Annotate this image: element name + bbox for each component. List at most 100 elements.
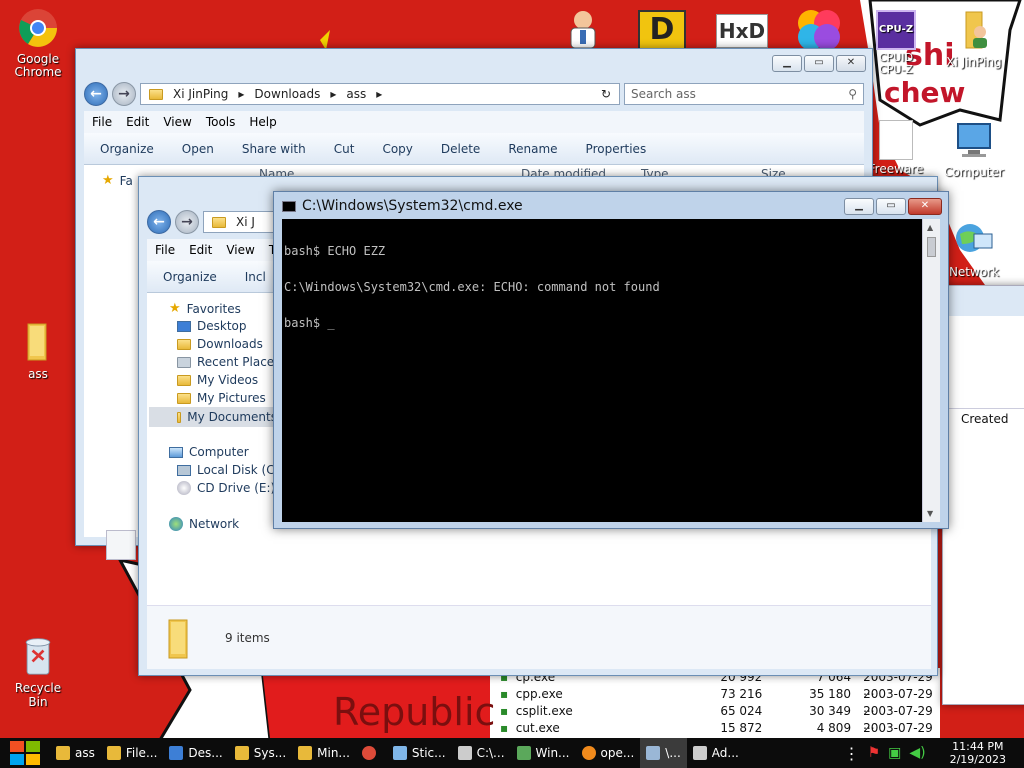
desktop-icon-freeware[interactable]: Freeware: [864, 120, 928, 176]
menu-edit[interactable]: Edit: [126, 115, 149, 129]
taskbar: ass File... Des... Sys... Min... Stic...…: [0, 738, 1024, 768]
desktop-icon-ass-folder[interactable]: ass: [6, 322, 70, 381]
maximize-button[interactable]: ▭: [804, 55, 834, 72]
taskbar-item-ass[interactable]: ass: [50, 738, 101, 768]
chevron-right-icon[interactable]: ▸: [238, 87, 244, 101]
desktop-icon-recycle-bin[interactable]: Recycle Bin: [6, 636, 70, 709]
sticky-notes-icon: [392, 746, 407, 760]
desktop-icon-network[interactable]: Network: [942, 220, 1006, 279]
nav-item[interactable]: ★ Fa: [102, 173, 133, 188]
menu-view[interactable]: View: [226, 243, 254, 257]
column-header-created[interactable]: Created: [961, 412, 1009, 426]
forward-button[interactable]: →: [175, 210, 199, 234]
network-status-icon[interactable]: ▣: [888, 745, 901, 761]
overflow-icon[interactable]: ⋮: [844, 744, 860, 763]
cd-drive-icon: [177, 481, 191, 495]
breadcrumb-item[interactable]: Xi JinPing: [173, 87, 228, 101]
scroll-thumb[interactable]: [927, 237, 936, 257]
scrollbar[interactable]: ▲ ▼: [922, 219, 940, 522]
breadcrumb-item[interactable]: Xi J: [236, 215, 255, 229]
address-bar[interactable]: Xi JinPing ▸ Downloads ▸ ass ▸ ↻: [140, 83, 620, 105]
chevron-right-icon[interactable]: ▸: [330, 87, 336, 101]
nav-item-label: Fa: [119, 173, 133, 188]
hxd-icon[interactable]: HxD: [716, 14, 768, 48]
cmd-window[interactable]: C:\Windows\System32\cmd.exe ▁ ▭ ✕ bash$ …: [273, 191, 949, 529]
desktop-icon-cpu-z[interactable]: CPU-Z CPUID CPU-Z: [864, 10, 928, 76]
file-row[interactable]: ▪ cut.exe 15 872 4 809 2003-07-29 ...: [500, 721, 940, 749]
menu-edit[interactable]: Edit: [189, 243, 212, 257]
taskbar-item-explorer[interactable]: \...: [640, 738, 687, 768]
taskbar-item-desktop[interactable]: Des...: [163, 738, 228, 768]
taskbar-item-open[interactable]: ope...: [576, 738, 641, 768]
close-button[interactable]: ✕: [908, 198, 942, 215]
breadcrumb-item[interactable]: ass: [346, 87, 366, 101]
back-button[interactable]: ←: [84, 82, 108, 106]
desktop-icon-xi-jinping[interactable]: Xi JinPing: [942, 10, 1006, 69]
taskbar-item-cmd[interactable]: C:\...: [452, 738, 511, 768]
organize-button[interactable]: Organize: [100, 142, 154, 156]
include-in-library-button[interactable]: Incl: [245, 270, 266, 284]
rename-button[interactable]: Rename: [508, 142, 557, 156]
doctor-icon[interactable]: [565, 8, 601, 49]
nav-item-label: Local Disk (C:: [197, 463, 279, 477]
start-button[interactable]: [0, 738, 50, 768]
paint-icon[interactable]: [796, 8, 842, 52]
organize-button[interactable]: Organize: [163, 270, 217, 284]
file-row[interactable]: ▪ cpp.exe 73 216 35 180 2003-07-29 ...: [500, 687, 940, 715]
back-button[interactable]: ←: [147, 210, 171, 234]
cmd-titlebar[interactable]: C:\Windows\System32\cmd.exe: [282, 198, 523, 214]
cut-button[interactable]: Cut: [334, 142, 355, 156]
volume-icon[interactable]: ◀): [909, 745, 925, 761]
minimize-button[interactable]: ▁: [772, 55, 802, 72]
nav-item-my-documents[interactable]: My Documents: [149, 407, 277, 427]
nav-item-my-videos[interactable]: My Videos: [177, 373, 258, 387]
menu-tools[interactable]: Tools: [206, 115, 236, 129]
taskbar-item-file[interactable]: File...: [101, 738, 164, 768]
copy-button[interactable]: Copy: [382, 142, 412, 156]
nav-item-recent-places[interactable]: Recent Places: [177, 355, 280, 369]
taskbar-item-admin[interactable]: Ad...: [687, 738, 745, 768]
menu-help[interactable]: Help: [249, 115, 276, 129]
menu-file[interactable]: File: [155, 243, 175, 257]
desktop-icon-google-chrome[interactable]: Google Chrome: [6, 8, 70, 79]
minimize-button[interactable]: ▁: [844, 198, 874, 215]
flag-icon[interactable]: ⚑: [868, 745, 881, 761]
taskbar-item-min[interactable]: Min...: [292, 738, 356, 768]
close-button[interactable]: ✕: [836, 55, 866, 72]
taskbar-item-win[interactable]: Win...: [511, 738, 576, 768]
file-row[interactable]: ▪ csplit.exe 65 024 30 349 2003-07-29 ..…: [500, 704, 940, 732]
file-packed-size: 4 809: [816, 721, 852, 735]
scroll-down-icon[interactable]: ▼: [927, 509, 933, 518]
taskbar-item-label: File...: [125, 746, 158, 760]
menu-file[interactable]: File: [92, 115, 112, 129]
clock[interactable]: 11:44 PM 2/19/2023: [950, 740, 1006, 766]
nav-network[interactable]: Network: [169, 517, 239, 531]
chevron-right-icon[interactable]: ▸: [376, 87, 382, 101]
scroll-up-icon[interactable]: ▲: [927, 223, 933, 232]
desktop-icon-computer[interactable]: Computer: [942, 120, 1006, 179]
nav-item-downloads[interactable]: Downloads: [177, 337, 263, 351]
nav-computer[interactable]: Computer: [169, 445, 249, 459]
forward-button[interactable]: →: [112, 82, 136, 106]
share-with-button[interactable]: Share with: [242, 142, 306, 156]
refresh-icon[interactable]: ↻: [601, 87, 611, 101]
search-input[interactable]: Search ass ⚲: [624, 83, 864, 105]
delete-button[interactable]: Delete: [441, 142, 480, 156]
console-output[interactable]: bash$ ECHO EZZ C:\Windows\System32\cmd.e…: [282, 219, 922, 522]
open-button[interactable]: Open: [182, 142, 214, 156]
dirt-icon[interactable]: D: [638, 10, 686, 50]
archive-window-right[interactable]: Created: [942, 285, 1024, 705]
properties-button[interactable]: Properties: [586, 142, 647, 156]
nav-item-local-disk[interactable]: Local Disk (C:: [177, 463, 279, 477]
file-name: csplit.exe: [515, 704, 573, 718]
taskbar-item-sticky[interactable]: Stic...: [387, 738, 452, 768]
taskbar-item-system[interactable]: Sys...: [229, 738, 292, 768]
menu-view[interactable]: View: [163, 115, 191, 129]
nav-item-cd-drive[interactable]: CD Drive (E:): [177, 481, 275, 495]
nav-favorites[interactable]: ★ Favorites: [169, 301, 241, 316]
taskbar-item-chrome[interactable]: [356, 738, 387, 768]
maximize-button[interactable]: ▭: [876, 198, 906, 215]
breadcrumb-item[interactable]: Downloads: [254, 87, 320, 101]
nav-item-desktop[interactable]: Desktop: [177, 319, 247, 333]
nav-item-my-pictures[interactable]: My Pictures: [177, 391, 266, 405]
